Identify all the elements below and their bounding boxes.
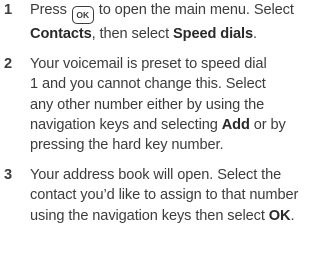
speed-dials-label: Speed dials (173, 26, 254, 42)
step-text: , then select (91, 26, 170, 42)
step-number: 3 (4, 167, 13, 184)
step-line: any other number either by using the (30, 96, 265, 113)
step-line: using the navigation keys then select OK… (30, 206, 306, 226)
step-text: . (290, 207, 295, 224)
step-text: navigation keys and selecting (30, 116, 218, 133)
step-1: 1 Press OK to open the main menu. Select… (4, 0, 306, 44)
step-line: Your address book will open. Select the (30, 167, 282, 184)
step-text: . (253, 26, 257, 42)
step-number: 1 (4, 2, 13, 18)
step-text: to open the main menu. Select (98, 2, 294, 18)
add-label: Add (221, 116, 250, 133)
ok-key-icon: OK (71, 6, 94, 24)
ok-label: OK (268, 207, 291, 224)
step-line: Press OK to open the main menu. Select (30, 0, 306, 24)
step-line: navigation keys and selecting Add or by (30, 115, 306, 135)
step-line: Your voicemail is preset to speed dial (30, 56, 267, 73)
step-3: 3 Your address book will open. Select th… (4, 165, 306, 226)
step-text: Press (30, 2, 67, 18)
step-line: contact you’d like to assign to that num… (30, 187, 299, 204)
contacts-label: Contacts (30, 26, 92, 42)
step-text: using the navigation keys then select (30, 207, 265, 224)
step-line: Contacts, then select Speed dials. (30, 24, 306, 44)
instruction-page: 1 Press OK to open the main menu. Select… (0, 0, 306, 255)
step-number: 2 (4, 56, 13, 73)
step-text: or by (253, 116, 286, 133)
step-line: pressing the hard key number. (30, 137, 224, 154)
step-line: 1 and you cannot change this. Select (30, 76, 266, 93)
step-2: 2 Your voicemail is preset to speed dial… (4, 54, 306, 155)
